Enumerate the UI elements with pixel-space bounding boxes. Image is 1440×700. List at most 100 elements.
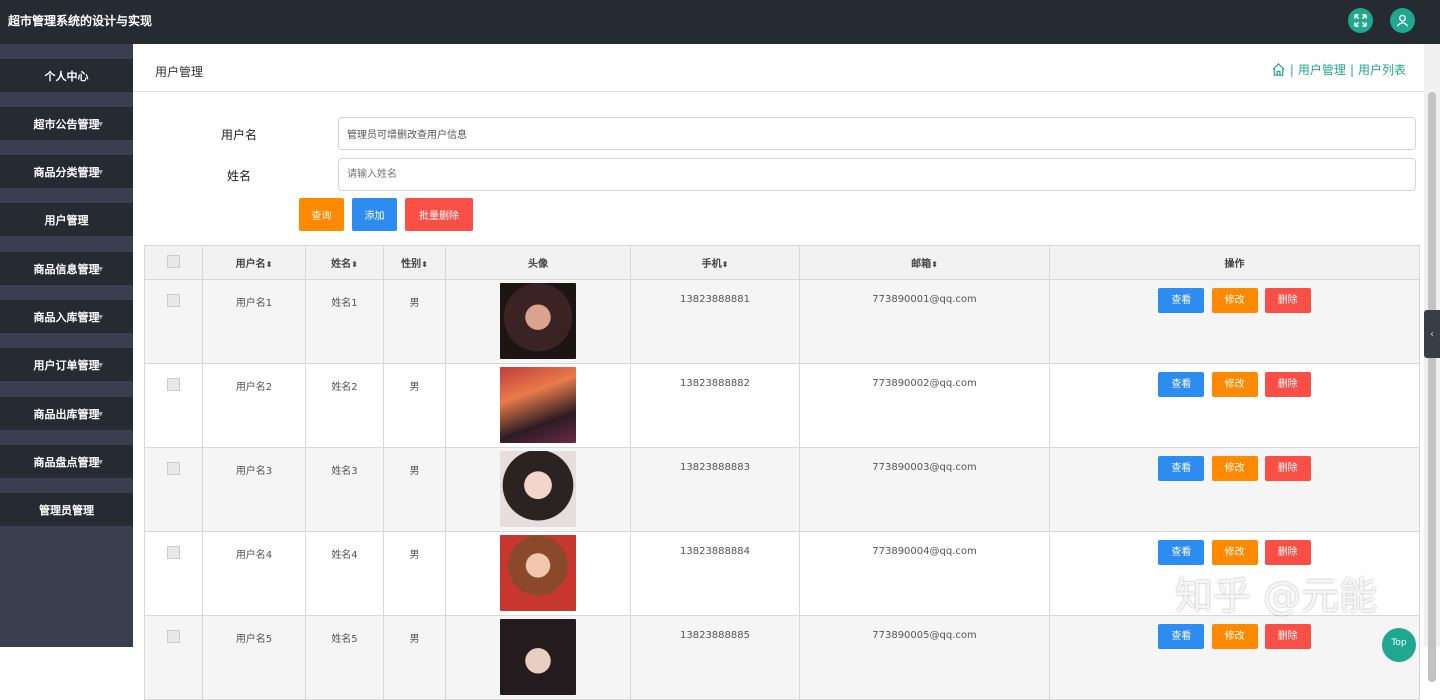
sidebar-item-notice[interactable]: 超市公告管理 ▼: [0, 107, 133, 140]
gender-cell: 男: [383, 447, 446, 532]
header-phone[interactable]: 手机⬍: [630, 245, 800, 280]
header-phone-label: 手机: [701, 259, 722, 270]
caret-icon: ▼: [98, 169, 103, 176]
scrollbar-thumb[interactable]: [1428, 92, 1436, 682]
caret-icon: ▼: [98, 459, 103, 466]
sidebar-item-stock-out[interactable]: 商品出库管理 ▼: [0, 397, 133, 430]
name-cell: 姓名2: [305, 363, 384, 448]
header-email[interactable]: 邮箱⬍: [799, 245, 1050, 280]
name-cell: 姓名3: [305, 447, 384, 532]
delete-button[interactable]: 删除: [1264, 624, 1311, 649]
app-title: 超市管理系统的设计与实现: [8, 14, 153, 28]
sidebar-item-goods-info[interactable]: 商品信息管理 ▼: [0, 252, 133, 285]
sort-icon[interactable]: ⬍: [931, 260, 938, 269]
delete-button[interactable]: 删除: [1264, 456, 1311, 481]
actions-cell: 查看 修改 删除: [1049, 279, 1420, 364]
row-select-cell[interactable]: [144, 447, 203, 532]
header-gender[interactable]: 性别⬍: [383, 245, 446, 280]
sidebar: 个人中心 超市公告管理 ▼ 商品分类管理 ▼ 用户管理 商品信息管理 ▼ 商品入库管理…: [0, 44, 133, 647]
header-name[interactable]: 姓名⬍: [305, 245, 384, 280]
sort-icon[interactable]: ⬍: [266, 260, 273, 269]
caret-icon: ▼: [98, 121, 103, 128]
sidebar-item-label: 商品出库管理: [33, 407, 100, 421]
edit-button[interactable]: 修改: [1211, 288, 1258, 313]
username-input[interactable]: [338, 117, 1416, 150]
row-select-cell[interactable]: [144, 615, 203, 700]
select-all-checkbox[interactable]: [167, 254, 180, 268]
sidebar-item-stock-in[interactable]: 商品入库管理 ▼: [0, 300, 133, 333]
username-cell: 用户名1: [202, 279, 306, 364]
gender-cell: 男: [383, 279, 446, 364]
breadcrumb-user-list[interactable]: 用户列表: [1358, 61, 1406, 78]
row-checkbox[interactable]: [167, 294, 180, 307]
edit-button[interactable]: 修改: [1211, 372, 1258, 397]
username-label: 用户名: [221, 128, 258, 142]
row-select-cell[interactable]: [144, 279, 203, 364]
breadcrumb-users[interactable]: 用户管理: [1298, 61, 1346, 78]
edit-button[interactable]: 修改: [1211, 540, 1258, 565]
breadcrumb-separator: |: [1289, 62, 1294, 77]
chevron-left-icon[interactable]: ‹: [1424, 310, 1440, 358]
sidebar-item-label: 管理员管理: [39, 503, 94, 517]
query-button[interactable]: 查询: [299, 198, 344, 231]
sidebar-item-label: 商品入库管理: [33, 310, 100, 324]
sort-icon[interactable]: ⬍: [421, 260, 428, 269]
caret-icon: ▼: [98, 411, 103, 418]
sort-icon[interactable]: ⬍: [722, 260, 729, 269]
batch-delete-button[interactable]: 批量删除: [405, 198, 473, 231]
row-checkbox[interactable]: [167, 630, 180, 643]
view-button[interactable]: 查看: [1158, 624, 1205, 649]
header-username-label: 用户名: [235, 259, 266, 270]
breadcrumb-bar: 用户管理 | 用户管理 | 用户列表: [133, 44, 1424, 92]
add-button[interactable]: 添加: [352, 198, 397, 231]
row-checkbox[interactable]: [167, 462, 180, 475]
avatar-image[interactable]: [500, 619, 576, 695]
actions-cell: 查看 修改 删除: [1049, 363, 1420, 448]
actions-cell: 查看 修改 删除: [1049, 447, 1420, 532]
back-to-top-button[interactable]: Top: [1382, 628, 1416, 662]
delete-button[interactable]: 删除: [1264, 372, 1311, 397]
sidebar-item-admins[interactable]: 管理员管理: [0, 493, 133, 526]
phone-cell: 13823888881: [630, 279, 800, 364]
home-icon[interactable]: [1271, 62, 1286, 77]
avatar-image[interactable]: [500, 283, 576, 359]
view-button[interactable]: 查看: [1158, 288, 1205, 313]
sidebar-item-users[interactable]: 用户管理: [0, 203, 133, 236]
row-select-cell[interactable]: [144, 531, 203, 616]
sidebar-item-inventory[interactable]: 商品盘点管理 ▼: [0, 445, 133, 478]
avatar-image[interactable]: [500, 535, 576, 611]
sidebar-item-category[interactable]: 商品分类管理 ▼: [0, 155, 133, 188]
email-cell: 773890003@qq.com: [799, 447, 1050, 532]
caret-icon: ▼: [98, 362, 103, 369]
header-username[interactable]: 用户名⬍: [202, 245, 306, 280]
sort-icon[interactable]: ⬍: [351, 260, 358, 269]
username-cell: 用户名4: [202, 531, 306, 616]
name-input[interactable]: [338, 158, 1416, 191]
gender-cell: 男: [383, 531, 446, 616]
delete-button[interactable]: 删除: [1264, 540, 1311, 565]
view-button[interactable]: 查看: [1158, 456, 1205, 481]
table-row: 用户名2 姓名2 男 13823888882 773890002@qq.com …: [144, 363, 1420, 448]
caret-icon: ▼: [98, 314, 103, 321]
avatar-cell: [445, 447, 631, 532]
sidebar-item-personal-center[interactable]: 个人中心: [0, 59, 133, 92]
view-button[interactable]: 查看: [1158, 372, 1205, 397]
delete-button[interactable]: 删除: [1264, 288, 1311, 313]
email-cell: 773890001@qq.com: [799, 279, 1050, 364]
row-select-cell[interactable]: [144, 363, 203, 448]
avatar-image[interactable]: [500, 451, 576, 527]
sidebar-item-orders[interactable]: 用户订单管理 ▼: [0, 348, 133, 381]
row-checkbox[interactable]: [167, 546, 180, 559]
avatar-image[interactable]: [500, 367, 576, 443]
header-select-all[interactable]: [144, 245, 203, 280]
phone-cell: 13823888883: [630, 447, 800, 532]
edit-button[interactable]: 修改: [1211, 624, 1258, 649]
view-button[interactable]: 查看: [1158, 540, 1205, 565]
header-avatar: 头像: [445, 245, 631, 280]
edit-button[interactable]: 修改: [1211, 456, 1258, 481]
fullscreen-icon[interactable]: [1348, 8, 1373, 33]
name-cell: 姓名4: [305, 531, 384, 616]
row-checkbox[interactable]: [167, 378, 180, 391]
user-icon[interactable]: [1390, 8, 1415, 33]
main-content: 用户管理 | 用户管理 | 用户列表 用户名 姓名 查询 添加 批量删除 用户名…: [133, 44, 1424, 700]
